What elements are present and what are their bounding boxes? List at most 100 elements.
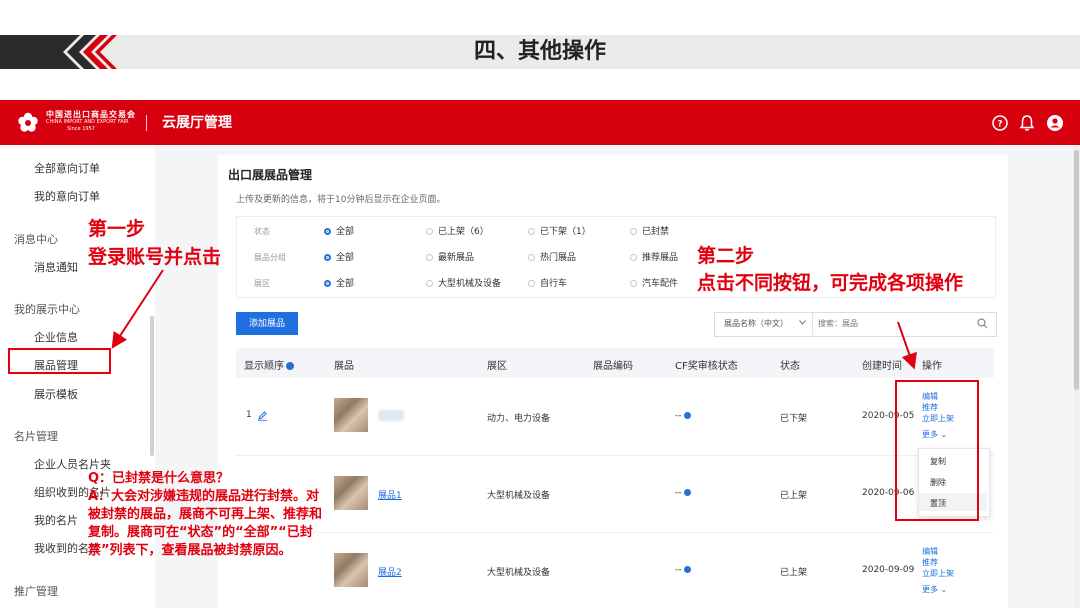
row3-status: 已上架 bbox=[780, 568, 808, 578]
status-dot-icon bbox=[683, 566, 691, 573]
sidebar-scrollbar[interactable] bbox=[150, 316, 154, 456]
row3-cf-status: -- bbox=[675, 565, 691, 575]
radio-icon bbox=[426, 280, 433, 287]
info-icon[interactable] bbox=[286, 362, 294, 370]
col-cf-status: CF奖审核状态 bbox=[675, 361, 738, 372]
row2-zone: 大型机械及设备 bbox=[487, 491, 551, 501]
sidebar-item-notifications[interactable]: 消息通知 bbox=[34, 259, 78, 275]
col-order[interactable]: 显示顺序 bbox=[244, 357, 294, 372]
row3-thumbnail[interactable] bbox=[334, 553, 368, 587]
radio-icon bbox=[630, 280, 637, 287]
sidebar-group-showcase[interactable]: 我的展示中心 bbox=[14, 301, 80, 317]
col-created: 创建时间 bbox=[862, 361, 902, 372]
step1-desc: 登录账号并点击 bbox=[88, 246, 222, 268]
col-zone: 展区 bbox=[487, 361, 507, 372]
col-exhibit: 展品 bbox=[334, 361, 354, 372]
row1-status: 已下架 bbox=[780, 414, 808, 424]
logo-text: 中国进出口商品交易会 CHINA IMPORT AND EXPORT FAIR … bbox=[46, 110, 146, 133]
page-title: 出口展展品管理 bbox=[228, 168, 313, 182]
row1-cf-status: -- bbox=[675, 411, 691, 421]
sidebar-item-company-info[interactable]: 企业信息 bbox=[34, 329, 78, 345]
filter-label-status: 状态 bbox=[254, 227, 270, 236]
qa-answer: A：大会对涉嫌违规的展品进行封禁。对被封禁的展品，展商不可再上架、推荐和复制。展… bbox=[88, 489, 323, 558]
row1-zone: 动力、电力设备 bbox=[487, 414, 551, 424]
filter-group-all[interactable]: 全部 bbox=[324, 250, 354, 263]
row1-thumbnail[interactable] bbox=[334, 398, 368, 432]
qa-annotation: Q：已封禁是什么意思？ A：大会对涉嫌违规的展品进行封禁。对被封禁的展品，展商不… bbox=[88, 470, 328, 560]
row2-name-link[interactable]: 展品1 bbox=[378, 488, 402, 501]
status-dot-icon bbox=[683, 412, 691, 419]
filter-zone-auto-parts[interactable]: 汽车配件 bbox=[630, 276, 678, 289]
col-status: 状态 bbox=[780, 361, 800, 372]
radio-selected-icon bbox=[324, 280, 331, 287]
logo-line2: CHINA IMPORT AND EXPORT FAIR bbox=[46, 119, 129, 125]
logo-line3: Since 1957 bbox=[67, 126, 95, 132]
radio-icon bbox=[426, 254, 433, 261]
help-icon[interactable]: ? bbox=[991, 114, 1009, 132]
filter-group-latest[interactable]: 最新展品 bbox=[426, 250, 474, 263]
row-separator bbox=[236, 532, 994, 533]
filter-status-listed[interactable]: 已上架（6） bbox=[426, 224, 489, 237]
radio-icon bbox=[528, 254, 535, 261]
radio-icon bbox=[528, 280, 535, 287]
user-icon[interactable] bbox=[1046, 114, 1064, 132]
add-exhibit-button[interactable]: 添加展品 bbox=[236, 312, 298, 335]
page-scrollbar-thumb[interactable] bbox=[1074, 150, 1079, 390]
sidebar-group-cards[interactable]: 名片管理 bbox=[14, 428, 58, 444]
row3-created: 2020-09-09 bbox=[862, 565, 915, 575]
row2-status: 已上架 bbox=[780, 491, 808, 501]
row2-cf-status: -- bbox=[675, 488, 691, 498]
sidebar-item-my-orders[interactable]: 我的意向订单 bbox=[34, 188, 100, 204]
filter-zone-machinery[interactable]: 大型机械及设备 bbox=[426, 276, 501, 289]
row1-order: 1 bbox=[246, 410, 252, 420]
filter-zone-bicycle[interactable]: 自行车 bbox=[528, 276, 567, 289]
filter-zone-all[interactable]: 全部 bbox=[324, 276, 354, 289]
row3-zone: 大型机械及设备 bbox=[487, 568, 551, 578]
sidebar-item-all-orders[interactable]: 全部意向订单 bbox=[34, 160, 100, 176]
bell-icon[interactable] bbox=[1018, 114, 1036, 132]
search-icon[interactable] bbox=[977, 318, 988, 329]
row3-list-now-link[interactable]: 立即上架 bbox=[922, 568, 954, 579]
sidebar-item-my-card[interactable]: 我的名片 bbox=[34, 512, 78, 528]
status-dot-icon bbox=[683, 489, 691, 496]
radio-selected-icon bbox=[324, 228, 331, 235]
col-actions: 操作 bbox=[922, 361, 942, 372]
qa-question: Q：已封禁是什么意思？ bbox=[88, 471, 230, 486]
search-input[interactable] bbox=[818, 313, 968, 334]
radio-icon bbox=[426, 228, 433, 235]
radio-icon bbox=[630, 254, 637, 261]
radio-icon bbox=[528, 228, 535, 235]
row1-blurred-name[interactable] bbox=[378, 410, 404, 421]
row2-thumbnail[interactable] bbox=[334, 476, 368, 510]
step2-desc: 点击不同按钮，可完成各项操作 bbox=[697, 272, 964, 294]
logo-line1: 中国进出口商品交易会 bbox=[46, 110, 136, 119]
edit-order-icon[interactable] bbox=[257, 410, 268, 421]
sidebar-group-messages[interactable]: 消息中心 bbox=[14, 231, 58, 247]
slide-title: 四、其他操作 bbox=[473, 39, 606, 64]
step1-title: 第一步 bbox=[88, 218, 146, 240]
filter-label-zone: 展区 bbox=[254, 279, 270, 288]
chevron-down-icon bbox=[798, 320, 806, 325]
row3-edit-link[interactable]: 编辑 bbox=[922, 546, 938, 557]
highlight-actions-column bbox=[895, 380, 979, 521]
row-separator bbox=[236, 455, 994, 456]
filter-group-hot[interactable]: 热门展品 bbox=[528, 250, 576, 263]
sidebar-group-promotion[interactable]: 推广管理 bbox=[14, 583, 58, 599]
filter-status-unlisted[interactable]: 已下架（1） bbox=[528, 224, 591, 237]
row3-name-link[interactable]: 展品2 bbox=[378, 565, 402, 578]
svg-text:?: ? bbox=[997, 120, 1002, 130]
filter-status-all[interactable]: 全部 bbox=[324, 224, 354, 237]
app-title: 云展厅管理 bbox=[162, 115, 232, 131]
filter-label-group: 展品分组 bbox=[254, 253, 286, 262]
filter-status-banned[interactable]: 已封禁 bbox=[630, 224, 669, 237]
filter-group-recommended[interactable]: 推荐展品 bbox=[630, 250, 678, 263]
row3-recommend-link[interactable]: 推荐 bbox=[922, 557, 938, 568]
row3-more-link[interactable]: 更多 ⌄ bbox=[922, 584, 947, 595]
radio-icon bbox=[630, 228, 637, 235]
chevron-down-icon: ⌄ bbox=[940, 585, 948, 594]
search-field-select[interactable]: 展品名称（中文） bbox=[714, 312, 813, 335]
canton-fair-logo-icon[interactable] bbox=[16, 111, 40, 135]
sidebar-item-templates[interactable]: 展示模板 bbox=[34, 386, 78, 402]
header-divider bbox=[146, 115, 147, 131]
step2-title: 第二步 bbox=[697, 245, 755, 267]
